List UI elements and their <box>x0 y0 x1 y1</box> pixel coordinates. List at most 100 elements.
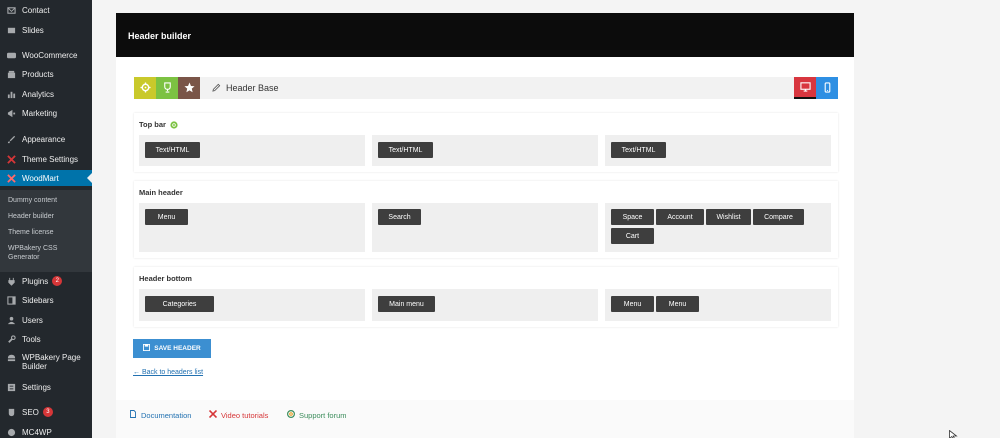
panel-footer: Documentation Video tutorials Support fo… <box>116 400 854 438</box>
submenu-wpbakery-css-generator[interactable]: WPBakery CSS Generator <box>8 244 88 262</box>
main-header-section: Main header Menu Search Space Account Wi… <box>134 181 838 258</box>
sidebar-item-tools[interactable]: Tools <box>0 331 92 347</box>
sidebar-item-slides[interactable]: Slides <box>0 22 92 38</box>
account-element[interactable]: Account <box>656 209 704 225</box>
section-title: Header bottom <box>139 274 192 283</box>
mouse-cursor <box>949 429 958 438</box>
wishlist-element[interactable]: Wishlist <box>706 209 751 225</box>
sidebar-item-plugins[interactable]: Plugins 2 <box>0 273 92 289</box>
brush-icon <box>7 135 16 144</box>
text-html-element[interactable]: Text/HTML <box>145 142 200 158</box>
support-icon <box>286 409 299 420</box>
top-bar-column-left[interactable]: Text/HTML <box>139 135 365 166</box>
main-menu-element[interactable]: Main menu <box>378 296 435 312</box>
mobile-icon <box>822 81 833 95</box>
text-html-element[interactable]: Text/HTML <box>378 142 433 158</box>
menu-element[interactable]: Menu <box>145 209 188 225</box>
sidebar-item-sidebars[interactable]: Sidebars <box>0 292 92 308</box>
sidebar-item-label: Slides <box>22 25 44 35</box>
section-title-text: Top bar <box>139 120 166 129</box>
search-element[interactable]: Search <box>378 209 421 225</box>
sidebar-item-woodmart[interactable]: WoodMart <box>0 170 92 186</box>
sidebar-item-label: Products <box>22 69 54 79</box>
panel-header: Header builder <box>116 13 854 57</box>
space-element[interactable]: Space <box>611 209 654 225</box>
megaphone-icon <box>7 109 16 118</box>
sidebar-item-label: Theme Settings <box>22 154 79 164</box>
sidebar-item-contact[interactable]: Contact <box>0 2 92 18</box>
categories-element[interactable]: Categories <box>145 296 214 312</box>
section-title: Main header <box>139 188 183 197</box>
header-settings-button[interactable] <box>134 77 156 99</box>
wpbakery-icon <box>7 353 16 362</box>
header-name[interactable]: Header Base <box>212 77 279 99</box>
pencil-icon <box>212 83 226 94</box>
header-favorite-button[interactable] <box>178 77 200 99</box>
header-name-label: Header Base <box>226 83 279 93</box>
sidebar-item-marketing[interactable]: Marketing <box>0 105 92 121</box>
header-bottom-section: Header bottom Categories Main menu Menu … <box>134 267 838 327</box>
gear-icon <box>139 81 151 95</box>
wrench-icon <box>7 334 16 344</box>
sidebar-item-theme-settings[interactable]: Theme Settings <box>0 151 92 167</box>
sidebar-item-mc4wp[interactable]: MC4WP <box>0 424 92 438</box>
page-title: Header builder <box>128 31 192 41</box>
cart-element[interactable]: Cart <box>611 228 654 244</box>
header-bottom-column-left[interactable]: Categories <box>139 289 365 321</box>
main-header-column-center[interactable]: Search <box>372 203 598 252</box>
submenu-header-builder[interactable]: Header builder <box>8 212 88 221</box>
section-title: Top bar <box>139 120 178 129</box>
trophy-icon <box>162 81 173 95</box>
header-toolbar: Header Base <box>134 77 838 99</box>
support-forum-link[interactable]: Support forum <box>286 409 347 420</box>
compare-element[interactable]: Compare <box>753 209 804 225</box>
sidebar-item-label: Analytics <box>22 89 55 99</box>
documentation-link[interactable]: Documentation <box>129 410 191 420</box>
submenu-dummy-content[interactable]: Dummy content <box>8 196 88 205</box>
sidebar-item-products[interactable]: Products <box>0 66 92 82</box>
sidebar-item-settings[interactable]: Settings <box>0 379 92 395</box>
sidebar-item-label: Sidebars <box>22 295 54 305</box>
menu-element[interactable]: Menu <box>611 296 654 312</box>
sidebar-item-seo[interactable]: SEO 3 <box>0 404 92 420</box>
sidebar-item-users[interactable]: Users <box>0 312 92 328</box>
top-bar-column-right[interactable]: Text/HTML <box>605 135 831 166</box>
sidebar-item-appearance[interactable]: Appearance <box>0 131 92 147</box>
slides-icon <box>7 26 16 35</box>
top-bar-column-center[interactable]: Text/HTML <box>372 135 598 166</box>
woodmart-icon <box>7 173 16 183</box>
video-tutorials-link[interactable]: Video tutorials <box>208 409 268 420</box>
mail-icon <box>7 6 16 15</box>
star-icon <box>183 81 195 95</box>
back-to-headers-link[interactable]: ← Back to headers list <box>133 369 203 376</box>
menu-element[interactable]: Menu <box>656 296 699 312</box>
sidebar-item-label: Tools <box>22 334 41 344</box>
header-builder-panel: Header builder Header Base Top bar Text/… <box>116 13 854 438</box>
sidebar-item-wpbakery[interactable]: WPBakery Page Builder <box>0 353 92 375</box>
video-icon <box>208 409 221 420</box>
mobile-view-button[interactable] <box>816 77 838 99</box>
desktop-icon <box>799 81 811 94</box>
header-bottom-column-right[interactable]: Menu Menu <box>605 289 831 321</box>
text-html-element[interactable]: Text/HTML <box>611 142 666 158</box>
top-bar-settings-icon[interactable] <box>170 120 178 129</box>
header-bottom-column-center[interactable]: Main menu <box>372 289 598 321</box>
desktop-view-button[interactable] <box>794 77 816 99</box>
plugin-icon <box>7 277 16 286</box>
sidebar-item-label: Plugins <box>22 276 49 286</box>
sidebar-item-label: WPBakery Page Builder <box>22 353 81 371</box>
sidebar-item-analytics[interactable]: Analytics <box>0 86 92 102</box>
save-header-button[interactable]: SAVE HEADER <box>133 339 211 358</box>
sidebar-item-woocommerce[interactable]: WooCommerce <box>0 47 92 63</box>
sidebar-item-label: Contact <box>22 5 50 15</box>
sidebar-item-label: WoodMart <box>22 173 59 183</box>
main-content: Header builder Header Base Top bar Text/… <box>92 0 1000 438</box>
main-header-column-left[interactable]: Menu <box>139 203 365 252</box>
submenu-theme-license[interactable]: Theme license <box>8 228 88 237</box>
main-header-column-right[interactable]: Space Account Wishlist Compare Cart <box>605 203 831 252</box>
woodmart-submenu: Dummy content Header builder Theme licen… <box>0 190 92 272</box>
sidebar-item-label: SEO <box>22 407 39 417</box>
sidebar-item-label: Users <box>22 315 43 325</box>
header-prebuilt-button[interactable] <box>156 77 178 99</box>
sidebar-item-label: Appearance <box>22 134 66 144</box>
